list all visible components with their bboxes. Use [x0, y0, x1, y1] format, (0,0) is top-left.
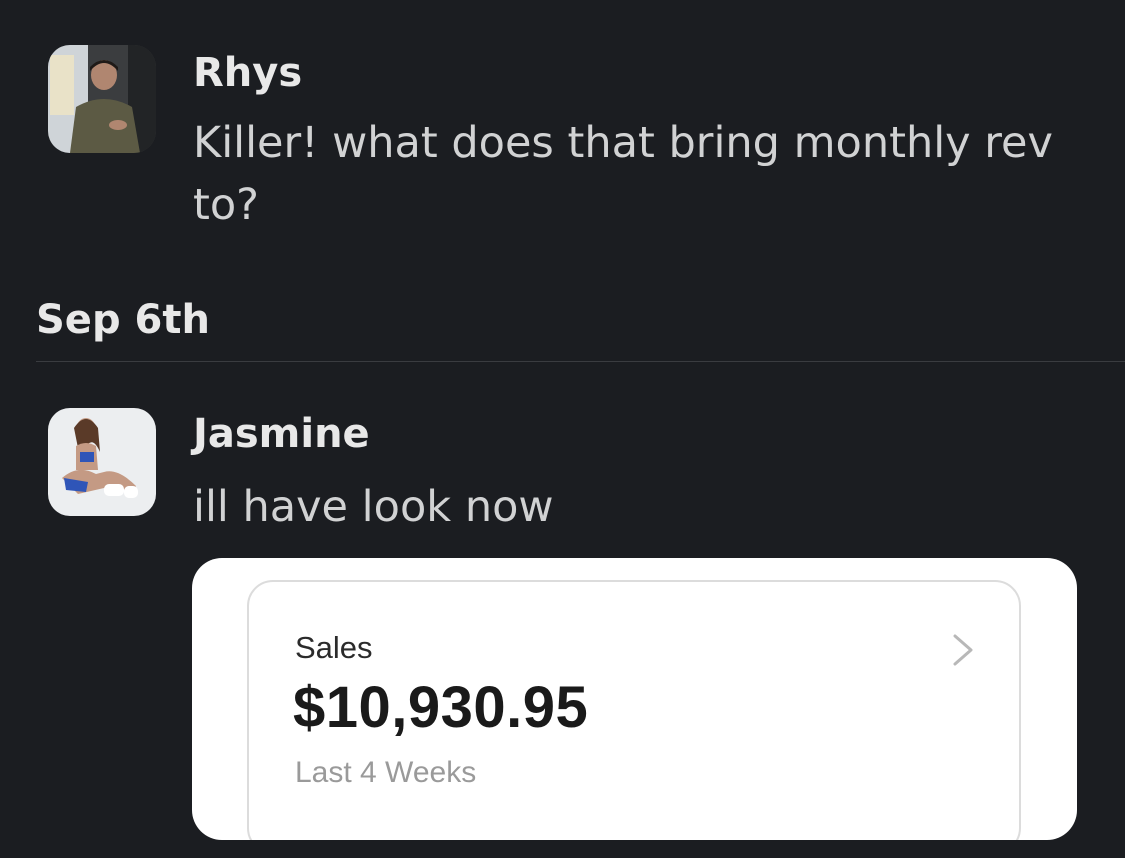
sales-title: Sales [295, 630, 373, 665]
date-divider: Sep 6th [36, 292, 1125, 362]
avatar-rhys-image [48, 45, 156, 153]
sales-card: Sales $10,930.95 Last 4 Weeks [247, 580, 1021, 840]
sales-period: Last 4 Weeks [295, 756, 477, 789]
avatar-jasmine[interactable] [48, 408, 156, 516]
avatar-rhys[interactable] [48, 45, 156, 153]
chevron-right-icon [953, 634, 973, 666]
date-label[interactable]: Sep 6th [36, 292, 1125, 348]
sales-amount: $10,930.95 [293, 675, 589, 740]
divider-line [36, 361, 1125, 362]
message-text: Killer! what does that bring monthly rev… [193, 118, 1053, 230]
avatar-jasmine-image [48, 408, 156, 516]
sender-name[interactable]: Rhys [193, 49, 302, 97]
message-text: ill have look now [193, 482, 554, 532]
image-attachment[interactable]: Sales $10,930.95 Last 4 Weeks [192, 558, 1077, 840]
sender-name[interactable]: Jasmine [193, 410, 370, 458]
